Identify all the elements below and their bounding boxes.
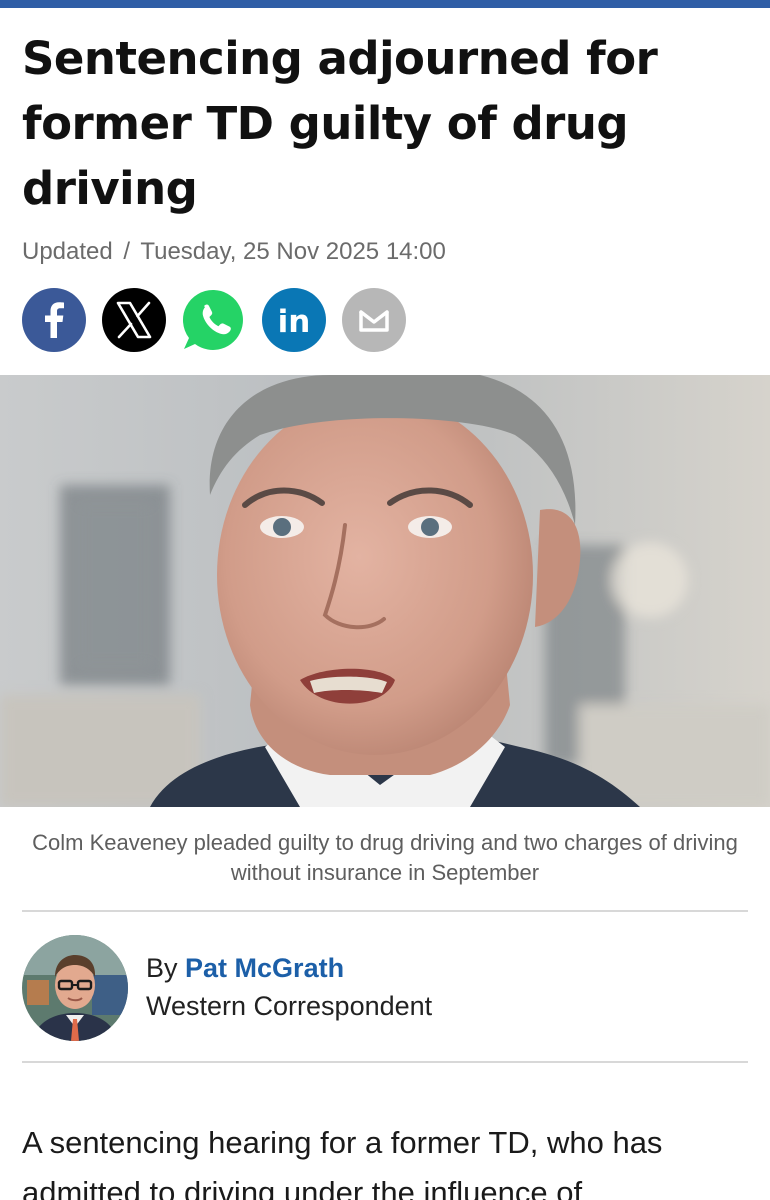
article-body-paragraph: A sentencing hearing for a former TD, wh… [22, 1125, 663, 1200]
image-caption: Colm Keaveney pleaded guilty to drug dri… [32, 830, 738, 885]
svg-text:in: in [278, 304, 311, 340]
x-icon [116, 301, 152, 339]
email-icon [359, 310, 389, 332]
whatsapp-icon [182, 289, 243, 350]
linkedin-icon: in [278, 304, 311, 340]
author-photo [22, 935, 128, 1041]
share-x-button[interactable] [102, 288, 166, 352]
dateline-separator: / [123, 238, 131, 265]
article-hero-image [0, 375, 770, 807]
facebook-icon [45, 302, 64, 338]
article-timestamp: Tuesday, 25 Nov 2025 14:00 [140, 238, 446, 265]
author-name-link[interactable]: Pat McGrath [185, 953, 344, 983]
author-avatar[interactable] [22, 935, 128, 1041]
author-role: Western Correspondent [146, 991, 433, 1021]
top-accent-bar [0, 0, 770, 8]
byline-prefix: By [146, 953, 178, 983]
hero-portrait-illustration [0, 375, 770, 807]
article-headline: Sentencing adjourned for former TD guilt… [22, 32, 658, 215]
share-email-button[interactable] [342, 288, 406, 352]
byline-divider [22, 1061, 748, 1063]
caption-divider [22, 910, 748, 912]
share-whatsapp-button[interactable] [182, 288, 246, 352]
updated-label: Updated [22, 238, 113, 265]
share-facebook-button[interactable] [22, 288, 86, 352]
byline-name-line: By Pat McGrath [146, 950, 432, 986]
share-linkedin-button[interactable]: in [262, 288, 326, 352]
byline-text: By Pat McGrath Western Correspondent [146, 950, 432, 1026]
author-byline: By Pat McGrath Western Correspondent [22, 934, 432, 1042]
article-dateline: Updated / Tuesday, 25 Nov 2025 14:00 [22, 238, 446, 266]
share-buttons: in [22, 288, 406, 352]
